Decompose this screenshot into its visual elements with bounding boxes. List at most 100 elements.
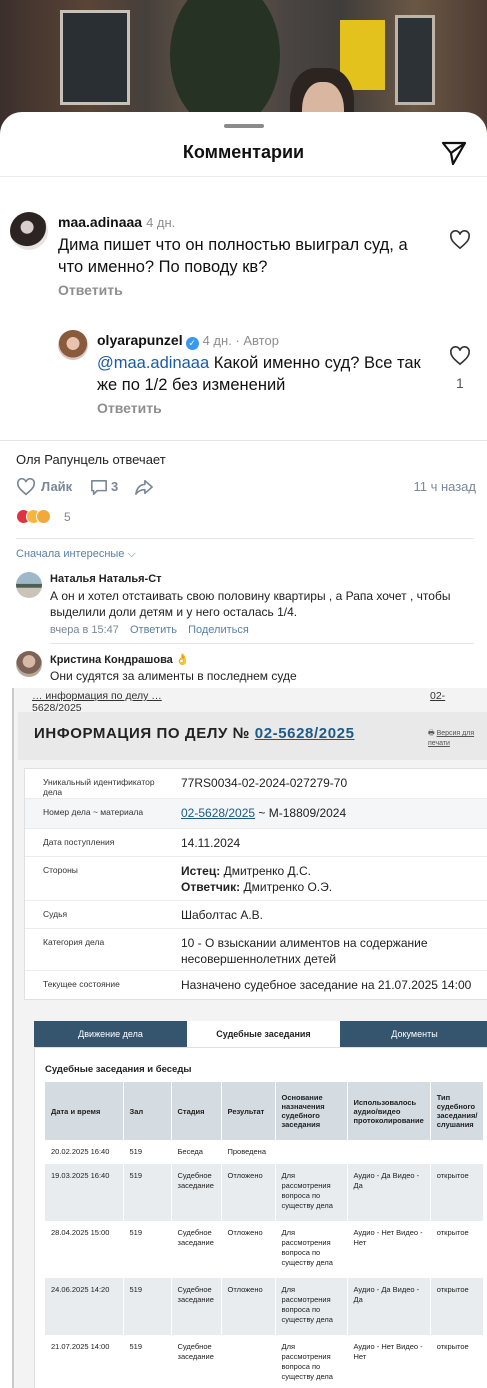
photo-window [60, 10, 130, 105]
hearings-title: Судебные заседания и беседы [45, 1064, 192, 1075]
photo-tree [170, 0, 280, 130]
commenter-name[interactable]: Наталья Наталья-Ст [50, 573, 162, 585]
table-cell: открытое [430, 1164, 485, 1221]
table-cell: Судебное заседание [171, 1164, 222, 1221]
info-label: Уникальный идентификатор дела [43, 777, 155, 797]
table-header-row: Дата и время Зал Стадия Результат Основа… [45, 1082, 485, 1140]
sheet-grabber[interactable] [224, 124, 264, 128]
avatar[interactable] [16, 572, 42, 598]
avatar[interactable] [16, 651, 42, 677]
tab-case-movement[interactable]: Движение дела [34, 1021, 187, 1047]
info-label: Дата поступления [43, 837, 115, 847]
table-cell: открытое [430, 1335, 485, 1388]
heart-icon[interactable] [449, 346, 471, 366]
column-header: Результат [221, 1082, 276, 1140]
reply-button[interactable]: Ответить [97, 400, 162, 416]
comment-username-text[interactable]: olyarapunzel [97, 332, 183, 348]
reply-button[interactable]: Ответить [130, 624, 177, 636]
print-version-link[interactable]: 🖶 Версия для печати [428, 729, 487, 747]
table-cell [347, 1140, 431, 1164]
comment-username[interactable]: maa.adinaaa 4 дн. [58, 214, 175, 230]
info-value: Назначено судебное заседание на 21.07.20… [181, 978, 472, 992]
table-cell: Судебное заседание [171, 1278, 222, 1335]
table-cell: Аудио - Нет Видео - Нет [347, 1221, 431, 1278]
table-row: 24.06.2025 14:20 519 Судебное заседание … [45, 1278, 485, 1335]
reactions[interactable]: 5 [16, 509, 136, 525]
tab-hearings[interactable]: Судебные заседания [187, 1021, 340, 1047]
breadcrumb-text[interactable]: … информация по делу … [32, 690, 162, 702]
info-value: 77RS0034-02-2024-027279-70 [181, 776, 348, 790]
case-number-link[interactable]: 02-5628/2025 [255, 725, 355, 742]
photo-window [395, 15, 435, 105]
info-row: Категория дела 10 - О взыскании алименто… [25, 929, 487, 971]
table-cell: 21.07.2025 14:00 [45, 1335, 124, 1388]
chevron-down-icon: ⌵ [127, 548, 136, 560]
share-button[interactable]: Поделиться [188, 624, 249, 636]
breadcrumb: … информация по делу … 02- 5628/2025 [32, 690, 445, 714]
tab-documents[interactable]: Документы [340, 1021, 487, 1047]
table-cell: Для рассмотрения вопроса по существу дел… [275, 1278, 348, 1335]
comment-icon[interactable] [90, 479, 108, 496]
table-cell: 19.03.2025 16:40 [45, 1164, 124, 1221]
heart-icon[interactable] [16, 478, 36, 496]
info-label: Текущее состояние [43, 979, 120, 989]
info-label: Судья [43, 909, 68, 919]
page-title-prefix: ИНФОРМАЦИЯ ПО ДЕЛУ № [34, 725, 250, 742]
heart-icon[interactable] [449, 230, 471, 250]
case-title-bar: ИНФОРМАЦИЯ ПО ДЕЛУ № 02-5628/2025 🖶 Верс… [18, 712, 487, 760]
column-header: Основание назначения судебного заседания [275, 1082, 348, 1140]
divider [0, 440, 487, 441]
info-row: Уникальный идентификатор дела 77RS0034-0… [25, 769, 487, 799]
comment-username-text[interactable]: maa.adinaaa [58, 214, 142, 230]
comment-text: Дима пишет что он полностью выиграл суд,… [58, 236, 408, 276]
share-icon[interactable] [134, 478, 154, 496]
breadcrumb-case-number[interactable]: 02- [430, 690, 445, 702]
table-row: 20.02.2025 16:40 519 Беседа Проведена [45, 1140, 485, 1164]
table-cell: 519 [123, 1140, 172, 1164]
info-label: Стороны [43, 865, 78, 875]
table-cell: Для рассмотрения вопроса по существу дел… [275, 1335, 348, 1388]
table-cell: Судебное заседание [171, 1335, 222, 1388]
comment-username[interactable]: olyarapunzel ✓ 4 дн. · Автор [97, 332, 279, 350]
divider [16, 538, 474, 539]
comment-count[interactable]: 3 [111, 479, 118, 494]
avatar[interactable] [58, 330, 88, 360]
info-row: Судья Шаболтас А.В. [25, 901, 487, 929]
comment-time: вчера в 15:47 [50, 624, 119, 636]
post-actions: Лайк 3 11 ч назад [16, 477, 476, 499]
table-cell: Судебное заседание [171, 1221, 222, 1278]
commenter-name[interactable]: Кристина Кондрашова 👌 [50, 653, 190, 666]
avatar[interactable] [10, 212, 48, 250]
hearings-panel: Судебные заседания и беседы Дата и время… [34, 1047, 487, 1388]
case-number-link[interactable]: 02-5628/2025 [181, 806, 255, 820]
comment-text: @maa.adinaaa Какой именно суд? Все так ж… [97, 352, 437, 396]
plaintiff-name: Дмитренко Д.С. [220, 864, 311, 878]
info-value: Шаболтас А.В. [181, 908, 264, 922]
info-value: 10 - О взыскании алиментов на содержание… [181, 936, 428, 966]
comment-time: 4 дн. · Автор [202, 333, 279, 348]
reply-button[interactable]: Ответить [58, 282, 123, 298]
defendant-name: Дмитренко О.Э. [240, 880, 333, 894]
table-cell: Отложено [221, 1164, 276, 1221]
mention-link[interactable]: @maa.adinaaa [97, 354, 209, 372]
court-case-screenshot: … информация по делу … 02- 5628/2025 ИНФ… [12, 688, 487, 1388]
comments-sheet: Комментарии maa.adinaaa 4 дн. Дима пишет … [0, 112, 487, 442]
send-icon[interactable] [440, 140, 468, 166]
sort-dropdown[interactable]: Сначала интересные ⌵ [16, 548, 136, 561]
column-header: Тип судебного заседания/ слушания [430, 1082, 485, 1140]
verified-badge-icon: ✓ [185, 337, 199, 350]
table-cell: 519 [123, 1164, 172, 1221]
info-row: Стороны Истец: Дмитренко Д.С. Ответчик: … [25, 857, 487, 901]
post-author-line: Оля Рапунцель отвечает [16, 452, 166, 467]
info-label: Категория дела [43, 937, 105, 947]
info-row: Текущее состояние Назначено судебное зас… [25, 971, 487, 1001]
table-cell: Отложено [221, 1221, 276, 1278]
info-value: 02-5628/2025 ~ М-18809/2024 [181, 806, 347, 820]
table-cell [221, 1335, 276, 1388]
sad-reaction-icon [36, 509, 51, 524]
like-button[interactable]: Лайк [41, 479, 72, 494]
info-row: Дата поступления 14.11.2024 [25, 829, 487, 857]
case-info-table: Уникальный идентификатор дела 77RS0034-0… [24, 768, 487, 1000]
column-header: Стадия [171, 1082, 222, 1140]
table-cell: открытое [430, 1278, 485, 1335]
